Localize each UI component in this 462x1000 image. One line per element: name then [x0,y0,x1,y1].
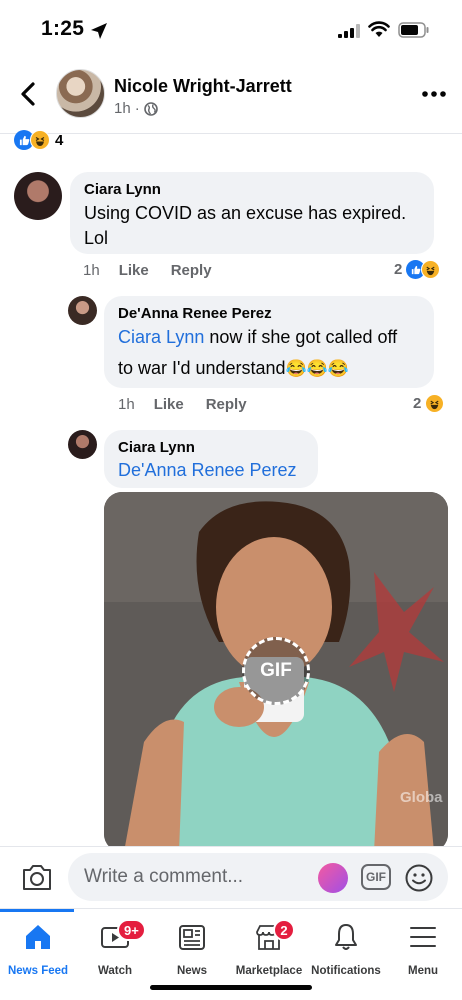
haha-reaction-icon [421,260,441,279]
battery-icon [398,22,429,38]
tab-marketplace[interactable]: 2 Marketplace [225,917,313,981]
menu-icon [410,927,436,947]
location-arrow-icon [91,23,107,39]
commenter-avatar[interactable] [68,296,97,325]
comment-reaction-count[interactable]: 2 [413,394,445,413]
tab-label: Watch [97,965,133,977]
home-indicator[interactable] [150,985,312,990]
avatar-sticker-icon[interactable] [318,863,348,893]
notification-badge: 9+ [117,919,146,941]
comment-input[interactable] [68,853,448,901]
mention-link[interactable]: Ciara Lynn [118,327,204,347]
comment-composer: GIF [0,846,462,908]
tab-label: Marketplace [235,965,303,977]
home-icon [26,925,50,949]
haha-reaction-icon [425,394,445,413]
gif-play-badge[interactable]: GIF [242,637,310,705]
tab-watch[interactable]: 9+ Watch [71,917,159,981]
tab-label: News Feed [7,965,69,977]
haha-reaction-icon [30,130,50,150]
reactions-summary[interactable]: 4 [14,130,63,150]
comment-text-line: Lol [84,228,109,248]
notification-badge: 2 [273,919,295,941]
comment-time: 1h [118,396,135,413]
comment-bubble[interactable]: De'Anna Renee Perez Ciara Lynn now if sh… [104,296,434,388]
comment-actions: 1h Like Reply [83,262,234,279]
wifi-icon [368,21,390,37]
comment-author[interactable]: Ciara Lynn [118,438,304,458]
comment-actions: 1h Like Reply [118,396,269,413]
post-time: 1h [114,100,131,117]
comment-bubble[interactable]: Ciara Lynn De'Anna Renee Perez [104,430,318,488]
back-arrow-icon[interactable] [16,80,42,108]
reaction-count: 2 [413,395,422,412]
post-header: Nicole Wright-Jarrett 1h · [0,62,462,134]
active-tab-indicator [0,909,74,912]
bell-icon [335,924,357,950]
reaction-count: 2 [394,261,403,278]
comment-author[interactable]: Ciara Lynn [84,180,420,200]
author-avatar[interactable] [56,69,105,118]
tab-news[interactable]: News [148,917,236,981]
reply-button[interactable]: Reply [171,262,212,279]
laughing-emoji: 😂😂😂 [285,359,350,378]
tab-news-feed[interactable]: News Feed [0,917,82,981]
cellular-signal-icon [338,24,360,38]
post-meta: 1h · [114,100,158,117]
like-button[interactable]: Like [154,396,184,413]
news-icon [179,925,205,950]
comment-text: now if she got called off [204,327,398,347]
tab-label: Notifications [311,965,381,977]
meta-separator: · [134,100,140,117]
reaction-count: 4 [55,131,64,149]
comment-text: to war I'd understand [118,358,286,378]
comment-text-line: to war I'd understand😂😂😂 [118,355,420,382]
commenter-avatar[interactable] [14,172,62,220]
reply-button[interactable]: Reply [206,396,247,413]
tab-notifications[interactable]: Notifications [302,917,390,981]
globe-icon [143,101,158,116]
comment-bubble[interactable]: Ciara Lynn Using COVID as an excuse has … [70,172,434,254]
comment-text-line: Using COVID as an excuse has expired. [84,203,407,223]
comment-time: 1h [83,262,100,279]
comment-author[interactable]: De'Anna Renee Perez [118,304,420,324]
camera-icon[interactable] [21,862,53,892]
gif-watermark: Globa [400,789,443,806]
tab-label: News [176,965,208,977]
comment-reaction-count[interactable]: 2 [394,260,441,279]
tab-menu[interactable]: Menu [379,917,462,981]
gif-button[interactable]: GIF [361,864,391,890]
like-button[interactable]: Like [119,262,149,279]
status-time: 1:25 [41,17,85,40]
emoji-icon[interactable] [404,863,434,893]
author-name[interactable]: Nicole Wright-Jarrett [114,76,292,97]
tab-label: Menu [407,965,439,977]
status-bar: 1:25 [0,0,462,62]
commenter-avatar[interactable] [68,430,97,459]
comment-text-line: Ciara Lynn now if she got called off [118,324,420,351]
more-options-icon[interactable] [420,88,448,100]
mention-link[interactable]: De'Anna Renee Perez [118,458,304,482]
